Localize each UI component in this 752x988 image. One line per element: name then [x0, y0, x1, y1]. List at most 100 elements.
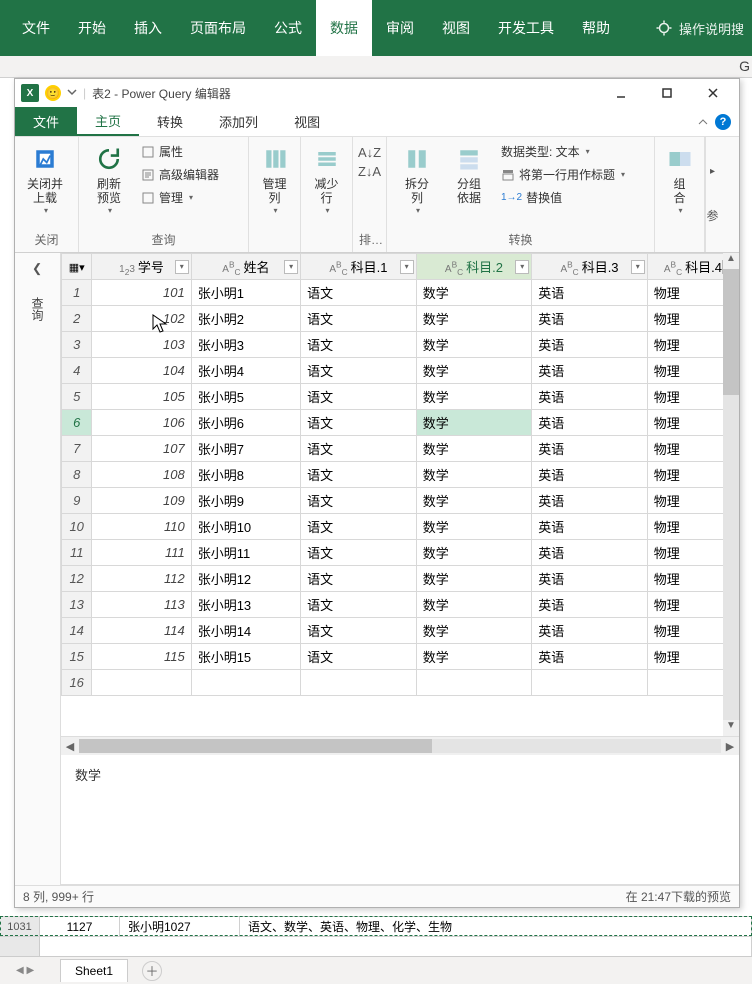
close-load-button[interactable]: 关闭并 上载: [21, 141, 69, 217]
cell[interactable]: 英语: [532, 488, 648, 514]
pq-help[interactable]: ?: [689, 107, 739, 136]
reduce-rows-button[interactable]: 减少 行: [307, 141, 346, 217]
cell[interactable]: 语文: [301, 410, 417, 436]
excel-tab-帮助[interactable]: 帮助: [568, 0, 624, 56]
cell[interactable]: 4: [62, 358, 92, 384]
cell[interactable]: 15: [62, 644, 92, 670]
cell[interactable]: 英语: [532, 306, 648, 332]
smile-icon[interactable]: 🙂: [45, 85, 61, 101]
excel-tab-文件[interactable]: 文件: [8, 0, 64, 56]
table-row[interactable]: 16: [62, 670, 739, 696]
cell[interactable]: [532, 670, 648, 696]
cell[interactable]: 3: [62, 332, 92, 358]
split-column-button[interactable]: 拆分 列: [393, 141, 441, 217]
maximize-button[interactable]: [647, 81, 687, 105]
cell[interactable]: 14: [62, 618, 92, 644]
cell[interactable]: 数学: [416, 566, 532, 592]
cell[interactable]: 2: [62, 306, 92, 332]
cell[interactable]: 12: [62, 566, 92, 592]
table-row[interactable]: 7107张小明7语文数学英语物理: [62, 436, 739, 462]
cell[interactable]: 英语: [532, 410, 648, 436]
table-row[interactable]: 14114张小明14语文数学英语物理: [62, 618, 739, 644]
cell[interactable]: 英语: [532, 514, 648, 540]
close-button[interactable]: [693, 81, 733, 105]
table-row[interactable]: 10110张小明10语文数学英语物理: [62, 514, 739, 540]
advanced-editor-button[interactable]: 高级编辑器: [137, 164, 223, 185]
cell[interactable]: 109: [92, 488, 191, 514]
scroll-up-icon[interactable]: ▲: [723, 253, 739, 269]
scroll-right-icon[interactable]: ▶: [721, 740, 739, 753]
horizontal-scrollbar[interactable]: ◀ ▶: [61, 737, 739, 755]
cell[interactable]: 英语: [532, 332, 648, 358]
cell[interactable]: 数学: [416, 514, 532, 540]
cell[interactable]: 数学: [416, 280, 532, 306]
cell[interactable]: 张小明6: [191, 410, 300, 436]
manage-button[interactable]: 管理: [137, 187, 223, 208]
cell[interactable]: 数学: [416, 358, 532, 384]
cell[interactable]: 13: [62, 592, 92, 618]
replace-values-button[interactable]: 1→2替换值: [497, 187, 629, 208]
cell[interactable]: 语文: [301, 644, 417, 670]
cell[interactable]: 语文: [301, 618, 417, 644]
scroll-down-icon[interactable]: ▼: [723, 720, 739, 736]
cell[interactable]: 张小明8: [191, 462, 300, 488]
cell[interactable]: 张小明5: [191, 384, 300, 410]
queries-pane[interactable]: ❯ 查询: [15, 253, 61, 885]
cell[interactable]: 英语: [532, 280, 648, 306]
sort-desc-button[interactable]: Z↓A: [358, 164, 381, 179]
scroll-left-icon[interactable]: ◀: [61, 740, 79, 753]
sort-asc-button[interactable]: A↓Z: [358, 145, 381, 160]
tell-me[interactable]: 操作说明搜: [655, 19, 744, 38]
cell[interactable]: 107: [92, 436, 191, 462]
cell[interactable]: 语文: [301, 332, 417, 358]
cell[interactable]: 数学: [416, 618, 532, 644]
cell[interactable]: 8: [62, 462, 92, 488]
cell[interactable]: 112: [92, 566, 191, 592]
excel-tab-审阅[interactable]: 审阅: [372, 0, 428, 56]
properties-button[interactable]: 属性: [137, 141, 223, 162]
cell[interactable]: 语文: [301, 358, 417, 384]
pq-tab-file[interactable]: 文件: [15, 107, 77, 136]
column-header[interactable]: ▦▾: [62, 254, 92, 280]
table-row[interactable]: 6106张小明6语文数学英语物理: [62, 410, 739, 436]
table-row[interactable]: 9109张小明9语文数学英语物理: [62, 488, 739, 514]
help-icon[interactable]: ?: [715, 114, 731, 130]
cell[interactable]: 数学: [416, 540, 532, 566]
add-sheet-button[interactable]: ＋: [142, 961, 162, 981]
column-header[interactable]: ABC科目.3▾: [532, 254, 648, 280]
pq-tab-主页[interactable]: 主页: [77, 107, 139, 136]
table-row[interactable]: 3103张小明3语文数学英语物理: [62, 332, 739, 358]
cell[interactable]: 103: [92, 332, 191, 358]
cell[interactable]: 9: [62, 488, 92, 514]
cell[interactable]: 英语: [532, 384, 648, 410]
table-row[interactable]: 12112张小明12语文数学英语物理: [62, 566, 739, 592]
cell[interactable]: 张小明3: [191, 332, 300, 358]
filter-icon[interactable]: ▾: [515, 260, 529, 274]
table-row[interactable]: 1101张小明1语文数学英语物理: [62, 280, 739, 306]
cell[interactable]: 115: [92, 644, 191, 670]
excel-tab-插入[interactable]: 插入: [120, 0, 176, 56]
excel-tab-视图[interactable]: 视图: [428, 0, 484, 56]
cell[interactable]: 张小明4: [191, 358, 300, 384]
cell[interactable]: 7: [62, 436, 92, 462]
vertical-scrollbar[interactable]: ▲ ▼: [723, 253, 739, 736]
row-header[interactable]: 1031: [0, 917, 40, 936]
cell[interactable]: [416, 670, 532, 696]
cell[interactable]: 语文: [301, 566, 417, 592]
cell[interactable]: 数学: [416, 306, 532, 332]
cell[interactable]: [301, 670, 417, 696]
cell[interactable]: 英语: [532, 644, 648, 670]
cell[interactable]: 张小明15: [191, 644, 300, 670]
sheet-nav-arrows[interactable]: ◀ ▶: [16, 965, 34, 976]
cell[interactable]: 张小明1: [191, 280, 300, 306]
cell[interactable]: 104: [92, 358, 191, 384]
cell[interactable]: 张小明13: [191, 592, 300, 618]
cell[interactable]: 16: [62, 670, 92, 696]
pq-tab-视图[interactable]: 视图: [276, 107, 338, 136]
cell[interactable]: 张小明11: [191, 540, 300, 566]
cell[interactable]: 语文: [301, 540, 417, 566]
cell[interactable]: 数学: [416, 332, 532, 358]
table-row[interactable]: 8108张小明8语文数学英语物理: [62, 462, 739, 488]
cell-name[interactable]: 张小明1027: [120, 917, 240, 936]
cell[interactable]: 101: [92, 280, 191, 306]
